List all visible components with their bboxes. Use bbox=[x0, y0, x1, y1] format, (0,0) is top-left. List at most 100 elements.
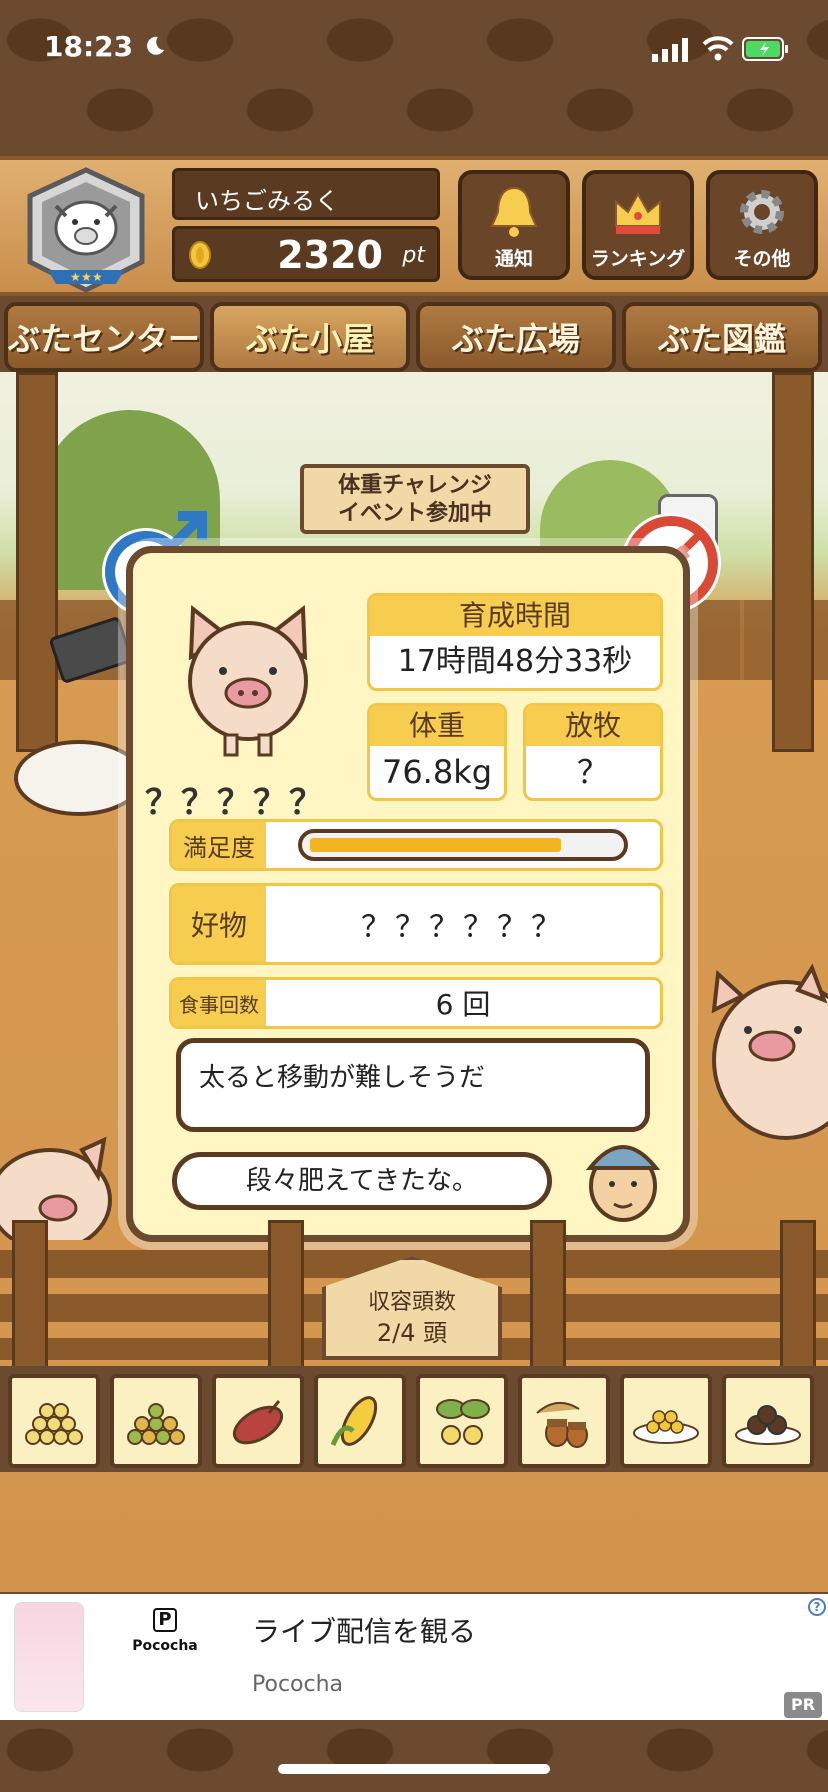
ranking-button[interactable]: ランキング bbox=[582, 170, 694, 280]
fence-post bbox=[12, 1220, 48, 1370]
farmer-speech-bubble: 段々肥えてきたな。 bbox=[172, 1152, 552, 1210]
tab-pig-encyclopedia-label: ぶた図鑑 bbox=[657, 320, 786, 358]
ad-thumbnail-image[interactable] bbox=[14, 1602, 84, 1712]
chestnut-plate-icon bbox=[735, 1405, 801, 1445]
crown-icon bbox=[615, 191, 661, 234]
grazing-label: 放牧 bbox=[526, 706, 660, 746]
favorite-row: 好物 ？？？？？？ bbox=[169, 883, 663, 965]
weight-value: 76.8kg bbox=[381, 753, 493, 791]
fence-post bbox=[530, 1220, 566, 1370]
weight-box: 体重 76.8kg bbox=[367, 703, 507, 801]
satisfaction-label: 満足度 bbox=[172, 822, 266, 868]
svg-text:★: ★ bbox=[81, 270, 92, 284]
more-button[interactable]: その他 bbox=[706, 170, 818, 280]
tab-pig-plaza[interactable]: ぶた広場 bbox=[416, 302, 616, 372]
soybean-icon bbox=[25, 1403, 83, 1445]
grazing-box: 放牧 ？ bbox=[523, 703, 663, 801]
food-slot-mixed-beans[interactable] bbox=[110, 1374, 202, 1468]
food-slot-soybean[interactable] bbox=[8, 1374, 100, 1468]
pig-portrait bbox=[188, 605, 308, 757]
satisfaction-gauge-fill bbox=[310, 838, 561, 852]
ginkgo-icon bbox=[436, 1399, 490, 1445]
bottom-pattern-band bbox=[0, 1720, 828, 1792]
tab-pig-center-label: ぶたセンター bbox=[8, 320, 201, 358]
satisfaction-row: 満足度 bbox=[169, 819, 663, 871]
ad-logo: P Pococha bbox=[110, 1608, 220, 1708]
food-slot-chestnut-plate[interactable] bbox=[722, 1374, 814, 1468]
tab-pig-plaza-label: ぶた広場 bbox=[451, 320, 580, 358]
favorite-value: ？？？？？？ bbox=[361, 910, 565, 945]
food-slot-ginkgo[interactable] bbox=[416, 1374, 508, 1468]
ad-logo-mark: P bbox=[153, 1608, 177, 1632]
signal-icon bbox=[652, 38, 688, 62]
food-slot-corn[interactable] bbox=[314, 1374, 406, 1468]
gear-icon bbox=[740, 190, 784, 234]
notification-label: 通知 bbox=[494, 248, 533, 270]
moon-icon bbox=[147, 36, 164, 55]
fence-post bbox=[268, 1220, 304, 1370]
capacity-label: 収容頭数 bbox=[367, 1290, 456, 1315]
status-time: 18:23 bbox=[44, 30, 134, 63]
points-panel: 2320 pt bbox=[172, 226, 440, 282]
notification-button[interactable]: 通知 bbox=[458, 170, 570, 280]
weight-label: 体重 bbox=[370, 706, 504, 746]
farmer-speech-text: 段々肥えてきたな。 bbox=[246, 1166, 478, 1196]
pig-thought-text: 太ると移動が難しそうだ bbox=[199, 1063, 486, 1093]
battery-icon bbox=[742, 37, 788, 61]
sweet-potato-icon bbox=[232, 1400, 284, 1445]
food-slot-acorn[interactable] bbox=[518, 1374, 610, 1468]
food-slot-sweet-potato[interactable] bbox=[212, 1374, 304, 1468]
points-unit: pt bbox=[402, 243, 425, 268]
event-sign-line-1: 体重チャレンジ bbox=[338, 473, 492, 498]
ad-advertiser: Pococha bbox=[252, 1672, 344, 1697]
tab-pig-house[interactable]: ぶた小屋 bbox=[210, 302, 410, 372]
satisfaction-gauge bbox=[298, 829, 628, 861]
satisfaction-gauge-area bbox=[266, 822, 660, 868]
pig-thought-bubble: 太ると移動が難しそうだ bbox=[176, 1038, 650, 1132]
ad-logo-text: Pococha bbox=[132, 1638, 198, 1654]
pig-right[interactable] bbox=[706, 960, 828, 1140]
favorite-label: 好物 bbox=[172, 886, 266, 962]
pig-name: ？？？？？ bbox=[145, 783, 325, 823]
ad-title[interactable]: ライブ配信を観る bbox=[252, 1610, 476, 1650]
capacity-value: 2/4 頭 bbox=[376, 1319, 448, 1347]
home-indicator[interactable] bbox=[278, 1764, 550, 1774]
gate-post-left bbox=[16, 372, 58, 752]
acorn-icon bbox=[536, 1402, 588, 1448]
meals-row: 食事回数 6 回 bbox=[169, 977, 663, 1029]
raise-time-value: 17時間48分33秒 bbox=[397, 644, 633, 679]
meals-value: 6 回 bbox=[435, 988, 491, 1021]
pig-rank-badge-icon[interactable]: ★ ★ ★ bbox=[18, 166, 154, 296]
top-pattern-band bbox=[0, 0, 828, 160]
bell-icon bbox=[490, 186, 538, 237]
grain-bowl-icon bbox=[633, 1410, 699, 1444]
farmer-icon bbox=[585, 1145, 661, 1222]
ad-pr-badge: PR bbox=[784, 1692, 822, 1718]
more-label: その他 bbox=[733, 248, 791, 270]
ranking-label: ランキング bbox=[590, 248, 686, 270]
ad-info-icon[interactable]: ? bbox=[808, 1598, 826, 1616]
coin-icon bbox=[189, 241, 211, 269]
raise-time-box: 育成時間 17時間48分33秒 bbox=[367, 593, 663, 691]
fence-post bbox=[780, 1220, 816, 1370]
player-name: いちごみるく bbox=[195, 187, 339, 215]
event-sign-line-2: イベント参加中 bbox=[337, 501, 492, 526]
svg-text:★: ★ bbox=[92, 270, 103, 284]
grazing-value: ？ bbox=[576, 753, 609, 791]
points-value: 2320 bbox=[277, 233, 383, 277]
wifi-icon bbox=[702, 36, 734, 61]
tab-pig-encyclopedia[interactable]: ぶた図鑑 bbox=[622, 302, 822, 372]
ad-banner[interactable]: P Pococha ライブ配信を観る Pococha PR ? bbox=[0, 1594, 828, 1722]
tab-pig-house-label: ぶた小屋 bbox=[245, 320, 374, 358]
player-name-panel: いちごみるく bbox=[172, 168, 440, 220]
event-sign[interactable]: 体重チャレンジ イベント参加中 bbox=[300, 464, 530, 534]
water-bowl bbox=[14, 740, 144, 816]
corn-icon bbox=[330, 1396, 378, 1446]
gate-post-right bbox=[772, 372, 814, 752]
food-slot-grain-bowl[interactable] bbox=[620, 1374, 712, 1468]
raise-time-label: 育成時間 bbox=[370, 596, 660, 636]
svg-text:★: ★ bbox=[70, 270, 81, 284]
meals-label: 食事回数 bbox=[172, 980, 266, 1026]
mixed-beans-icon bbox=[127, 1403, 185, 1445]
tab-pig-center[interactable]: ぶたセンター bbox=[4, 302, 204, 372]
